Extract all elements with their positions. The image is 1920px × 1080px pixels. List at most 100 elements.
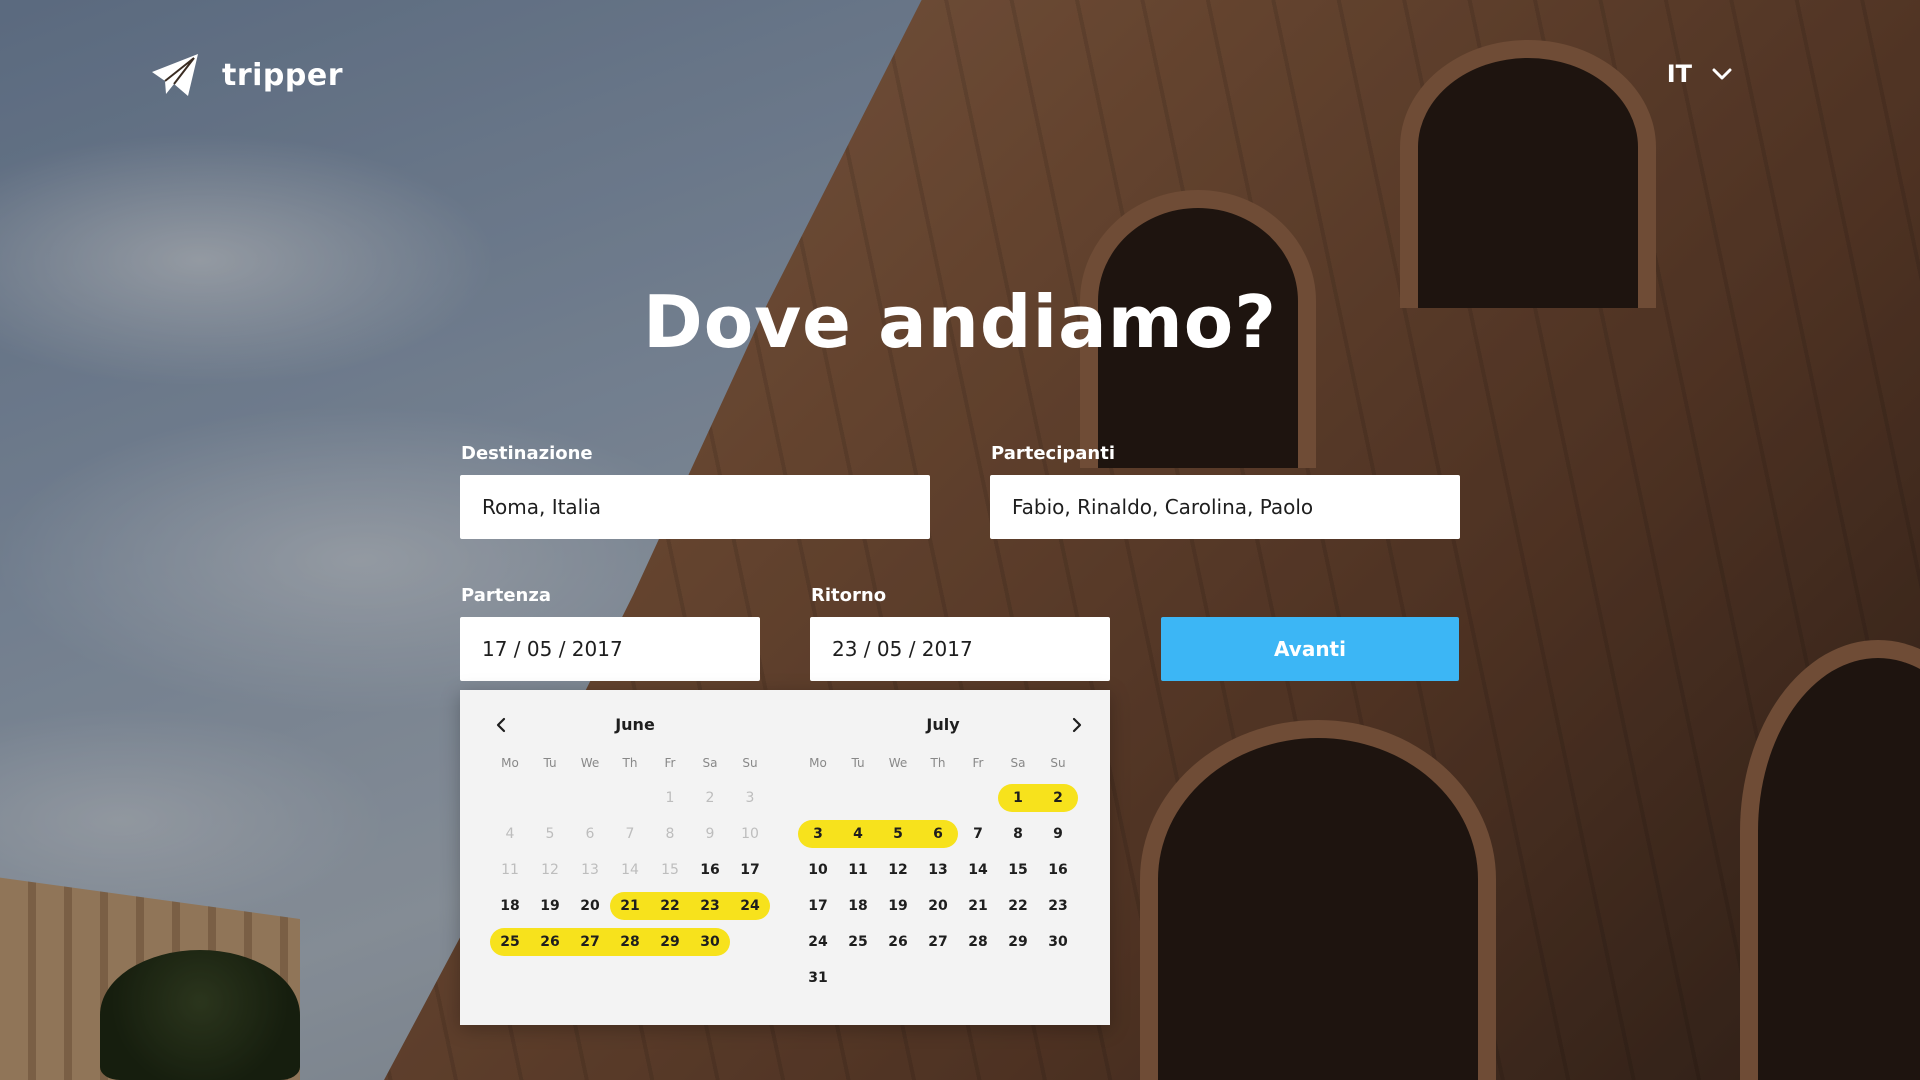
month-header: July <box>798 710 1088 740</box>
empty-day-cell <box>918 784 958 812</box>
calendar-day[interactable]: 18 <box>490 892 530 920</box>
calendar-day[interactable]: 28 <box>610 928 650 956</box>
return-label: Ritorno <box>811 585 887 606</box>
calendar-day[interactable]: 24 <box>798 928 838 956</box>
calendar-day[interactable]: 19 <box>878 892 918 920</box>
calendar-day: 3 <box>745 790 755 806</box>
next-button[interactable]: Avanti <box>1161 617 1459 681</box>
calendar-day[interactable]: 9 <box>1038 820 1078 848</box>
calendar-day[interactable]: 28 <box>958 928 998 956</box>
calendar-day[interactable]: 22 <box>650 892 690 920</box>
return-date-input[interactable] <box>810 617 1110 681</box>
month-name: June <box>615 715 655 734</box>
weekday-label: Fr <box>972 756 984 770</box>
weekday-row: Mo Tu We Th Fr Sa Su <box>798 752 1088 774</box>
weekday-row: Mo Tu We Th Fr Sa Su <box>490 752 780 774</box>
empty-day-cell <box>798 784 838 812</box>
participants-input[interactable] <box>990 475 1460 539</box>
calendar-day[interactable]: 26 <box>878 928 918 956</box>
calendar-day: 9 <box>705 826 715 842</box>
calendar-day[interactable]: 1 <box>998 784 1038 812</box>
paper-plane-icon <box>152 54 198 96</box>
calendar-day: 11 <box>501 862 519 878</box>
calendar-day[interactable]: 19 <box>530 892 570 920</box>
calendar-day: 10 <box>741 826 759 842</box>
destination-input[interactable] <box>460 475 930 539</box>
calendar-day[interactable]: 27 <box>570 928 610 956</box>
empty-day-cell <box>878 784 918 812</box>
empty-day-cell <box>610 784 650 812</box>
calendar-day[interactable]: 21 <box>610 892 650 920</box>
calendar-day[interactable]: 13 <box>918 856 958 884</box>
calendar-day[interactable]: 25 <box>490 928 530 956</box>
calendar-day: 1 <box>665 790 675 806</box>
weekday-label: Fr <box>664 756 676 770</box>
weekday-label: We <box>888 756 908 770</box>
calendar-day[interactable]: 14 <box>958 856 998 884</box>
calendar-day[interactable]: 3 <box>798 820 838 848</box>
calendar-day: 8 <box>665 826 675 842</box>
calendar-day[interactable]: 24 <box>730 892 770 920</box>
empty-day-cell <box>570 784 610 812</box>
month-june: June Mo Tu We Th Fr Sa Su 1 2 3 4 5 6 7 8 9 10 11 12 13 14 1… <box>490 710 780 956</box>
calendar-day[interactable]: 15 <box>998 856 1038 884</box>
language-selector[interactable]: IT <box>1667 60 1732 88</box>
logo-text: tripper <box>222 57 344 93</box>
calendar-day[interactable]: 10 <box>798 856 838 884</box>
calendar-day[interactable]: 31 <box>798 964 838 992</box>
calendar-day[interactable]: 30 <box>690 928 730 956</box>
calendar-day[interactable]: 20 <box>918 892 958 920</box>
weekday-label: Mo <box>501 756 519 770</box>
weekday-label: Th <box>930 756 946 770</box>
weekday-label: Su <box>1050 756 1066 770</box>
chevron-down-icon <box>1712 68 1732 80</box>
calendar-day[interactable]: 26 <box>530 928 570 956</box>
calendar-day[interactable]: 29 <box>650 928 690 956</box>
calendar-day[interactable]: 29 <box>998 928 1038 956</box>
logo[interactable]: tripper <box>150 52 343 98</box>
calendar-day[interactable]: 22 <box>998 892 1038 920</box>
calendar-day[interactable]: 30 <box>1038 928 1078 956</box>
calendar-day: 6 <box>585 826 595 842</box>
departure-date-input[interactable] <box>460 617 760 681</box>
calendar-day: 15 <box>661 862 679 878</box>
weekday-label: Th <box>622 756 638 770</box>
calendar-day[interactable]: 27 <box>918 928 958 956</box>
empty-day-cell <box>530 784 570 812</box>
calendar-day[interactable]: 17 <box>730 856 770 884</box>
chevron-left-icon[interactable] <box>490 714 512 736</box>
calendar-day: 7 <box>625 826 635 842</box>
empty-day-cell <box>958 784 998 812</box>
calendar-day[interactable]: 2 <box>1038 784 1078 812</box>
weekday-label: Su <box>742 756 758 770</box>
calendar-day: 2 <box>705 790 715 806</box>
calendar-day[interactable]: 25 <box>838 928 878 956</box>
calendar-day[interactable]: 23 <box>690 892 730 920</box>
empty-day-cell <box>490 784 530 812</box>
calendar-day[interactable]: 7 <box>958 820 998 848</box>
month-july: July Mo Tu We Th Fr Sa Su 1 2 3 4 5 6 7 8 9 10 11 12 13 14 1… <box>798 710 1088 992</box>
calendar-day[interactable]: 12 <box>878 856 918 884</box>
destination-label: Destinazione <box>461 443 593 464</box>
month-name: July <box>926 715 960 734</box>
calendar-day[interactable]: 17 <box>798 892 838 920</box>
calendar-day[interactable]: 5 <box>878 820 918 848</box>
calendar-day[interactable]: 8 <box>998 820 1038 848</box>
weekday-label: Tu <box>543 756 557 770</box>
calendar-day[interactable]: 18 <box>838 892 878 920</box>
calendar-day[interactable]: 23 <box>1038 892 1078 920</box>
calendar-day[interactable]: 16 <box>1038 856 1078 884</box>
departure-label: Partenza <box>461 585 551 606</box>
calendar-day[interactable]: 11 <box>838 856 878 884</box>
calendar-day[interactable]: 16 <box>690 856 730 884</box>
calendar-day[interactable]: 6 <box>918 820 958 848</box>
calendar-day: 13 <box>581 862 599 878</box>
calendar-day[interactable]: 21 <box>958 892 998 920</box>
weekday-label: Sa <box>702 756 718 770</box>
weekday-label: Sa <box>1010 756 1026 770</box>
calendar-day[interactable]: 20 <box>570 892 610 920</box>
weekday-label: Tu <box>851 756 865 770</box>
chevron-right-icon[interactable] <box>1066 714 1088 736</box>
calendar-day[interactable]: 4 <box>838 820 878 848</box>
page-title: Dove andiamo? <box>643 280 1277 364</box>
